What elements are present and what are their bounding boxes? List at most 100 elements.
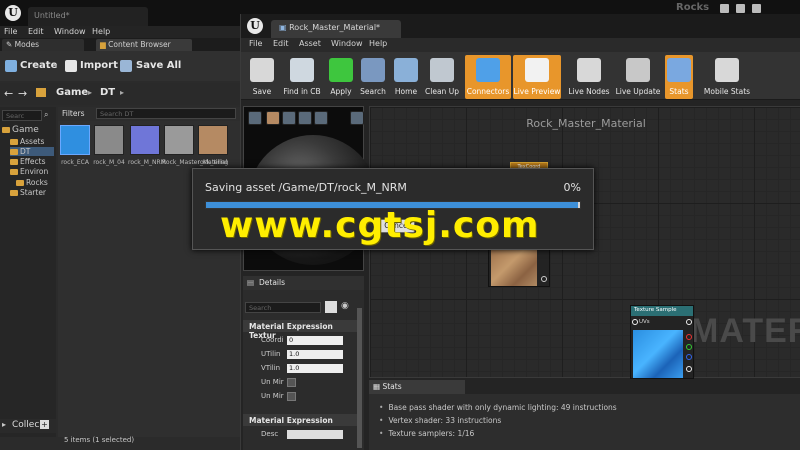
desc-field[interactable] [287,430,343,439]
details-tab[interactable]: ▤ Details [243,276,364,290]
menu-edit[interactable]: Edit [273,39,289,48]
bar-chart-icon [667,58,691,82]
section-material-expression[interactable]: Material Expression [243,414,358,426]
texture-node-rock[interactable] [488,247,550,287]
asset-search-input[interactable]: Search DT [96,108,236,119]
filters-button[interactable]: Filters [62,109,84,118]
asset-label: rock_M_NRM [128,159,166,166]
toolbar-clean-up-button[interactable]: Clean Up [423,55,461,99]
tab-content-browser[interactable]: ▆ Content Browser [96,39,192,51]
editor-tab[interactable]: Untitled* [28,7,148,26]
toolbar-mobile-stats-button[interactable]: Mobile Stats [701,55,753,99]
asset-thumbnail[interactable] [130,125,160,155]
breadcrumb-dt[interactable]: DT [100,87,115,98]
eye-icon[interactable]: ◉ [341,301,349,311]
asset-thumbnail[interactable] [60,125,90,155]
forward-arrow-icon[interactable]: → [18,87,27,100]
toolbar-label: Save [252,87,272,96]
cube-preview-icon[interactable] [298,111,312,125]
vtiling-field[interactable]: 1.0 [287,364,343,373]
saving-percent: 0% [563,181,581,194]
sphere-preview-icon[interactable] [266,111,280,125]
toolbar-live-nodes-button[interactable]: Live Nodes [567,55,611,99]
add-collection-icon[interactable]: + [40,420,49,429]
material-tab[interactable]: ▣ Rock_Master_Material* [271,20,401,38]
viewport-toolbar [246,111,364,127]
coordinate-index-label: Coordi [261,336,284,344]
toolbar-apply-button[interactable]: Apply [327,55,355,99]
folder-icon [36,88,46,97]
back-arrow-icon[interactable]: ← [4,87,13,100]
tab-modes[interactable]: ✎ Modes [2,39,84,51]
menu-help[interactable]: Help [369,39,387,48]
maximize-icon[interactable] [736,4,745,13]
collections-label[interactable]: Collec [12,420,39,430]
toolbar-stats-button[interactable]: Stats [665,55,693,99]
minimize-icon[interactable] [720,4,729,13]
unmirror-v-label: Un Mir [261,392,284,400]
texture-sample-node[interactable]: Texture Sample UVs [630,305,694,379]
output-pin[interactable] [541,276,547,282]
uvs-input-pin[interactable] [632,319,638,325]
teapot-preview-icon[interactable] [314,111,328,125]
tree-item-rocks[interactable]: Rocks [16,178,48,187]
r-output-pin[interactable] [686,334,692,340]
close-icon[interactable] [752,4,761,13]
tree-item-environ[interactable]: Environ [10,167,48,176]
vtiling-label: VTilin [261,364,281,372]
import-button[interactable]: Import [80,60,118,71]
toolbar-live-update-button[interactable]: Live Update [613,55,663,99]
save-all-button[interactable]: Save All [136,60,181,71]
section-texture-expression[interactable]: Material Expression Textur [243,320,358,340]
cylinder-preview-icon[interactable] [248,111,262,125]
unmirror-v-checkbox[interactable] [287,392,296,401]
grid-view-icon[interactable] [325,301,337,313]
menu-bar: File Edit Window Help [0,26,240,38]
folder-search-input[interactable]: Searc [2,110,42,121]
menu-edit[interactable]: Edit [28,27,44,36]
viewport-settings-icon[interactable] [350,111,364,125]
menu-file[interactable]: File [4,27,17,36]
rgb-output-pin[interactable] [686,319,692,325]
tree-item-effects[interactable]: Effects [10,157,46,166]
toolbar-search-button[interactable]: Search [357,55,389,99]
toolbar-save-button[interactable]: Save [247,55,277,99]
menu-window[interactable]: Window [54,27,86,36]
plane-preview-icon[interactable] [282,111,296,125]
tree-item-starter[interactable]: Starter [10,188,46,197]
a-output-pin[interactable] [686,366,692,372]
unreal-logo-icon: U [247,18,263,34]
coordinate-index-field[interactable]: 0 [287,336,343,345]
create-button[interactable]: Create [20,60,57,71]
menu-file[interactable]: File [249,39,262,48]
tree-item-assets[interactable]: Assets [10,137,44,146]
create-icon [5,60,17,72]
g-output-pin[interactable] [686,344,692,350]
chevron-right-icon: ▸ [2,420,7,429]
details-search-input[interactable]: Search [245,302,321,313]
b-output-pin[interactable] [686,354,692,360]
stats-tab[interactable]: ▦ Stats [369,380,465,394]
content-browser-toolbar: Create ▾ Import Save All [0,51,240,81]
asset-thumbnail[interactable] [94,125,124,155]
asset-thumbnail[interactable] [198,125,228,155]
toolbar-live-preview-button[interactable]: Live Preview [513,55,561,99]
mobile-icon [715,58,739,82]
toolbar-find-in-cb-button[interactable]: Find in CB [279,55,325,99]
graph-title: Rock_Master_Material [526,117,646,130]
details-scrollbar[interactable] [357,308,362,448]
toolbar-home-button[interactable]: Home [391,55,421,99]
chevron-down-icon: ▾ [54,62,58,69]
pencil-icon: ✎ [6,40,15,49]
breadcrumb-game[interactable]: Game [56,87,88,98]
toolbar-connectors-button[interactable]: Connectors [465,55,511,99]
menu-asset[interactable]: Asset [299,39,321,48]
unmirror-u-checkbox[interactable] [287,378,296,387]
tree-item-dt[interactable]: DT [10,147,54,156]
asset-thumbnail[interactable] [164,125,194,155]
utiling-field[interactable]: 1.0 [287,350,343,359]
menu-window[interactable]: Window [331,39,363,48]
tree-item-game[interactable]: Game [2,125,39,135]
utiling-label: UTilin [261,350,281,358]
menu-help[interactable]: Help [92,27,110,36]
